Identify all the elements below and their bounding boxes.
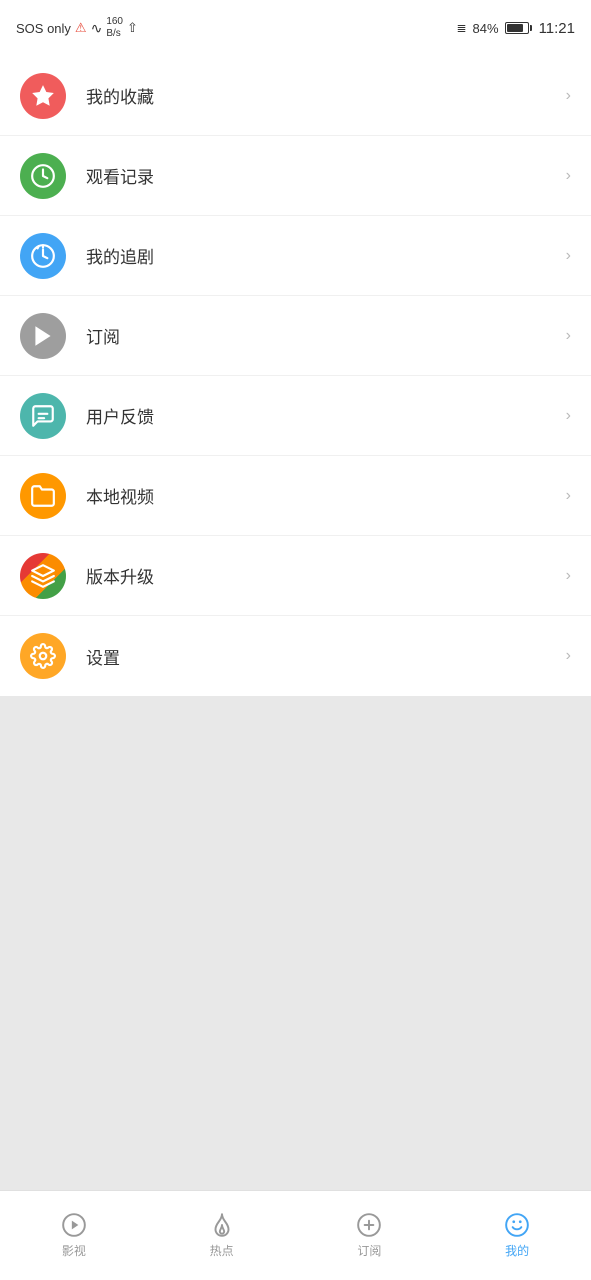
menu-item-local[interactable]: 本地视频 › bbox=[0, 456, 591, 536]
speed-text: 160B/s bbox=[106, 16, 123, 40]
subscribe-label: 订阅 bbox=[86, 323, 566, 348]
menu-container: 我的收藏 › 观看记录 › 我的追剧 › bbox=[0, 56, 591, 696]
wifi-icon: ∿ bbox=[91, 20, 103, 37]
battery-icon bbox=[505, 22, 529, 34]
menu-item-favorites[interactable]: 我的收藏 › bbox=[0, 56, 591, 136]
battery-pct: 84% bbox=[473, 21, 499, 36]
update-chevron: › bbox=[566, 567, 571, 585]
bottom-nav: 影视 热点 订阅 我的 bbox=[0, 1190, 591, 1280]
status-right: ≣ 84% 11:21 bbox=[456, 20, 575, 37]
subscribe-nav-icon bbox=[356, 1212, 382, 1238]
feedback-label: 用户反馈 bbox=[86, 403, 566, 428]
subscribe-chevron: › bbox=[566, 327, 571, 345]
gray-area bbox=[0, 696, 591, 1190]
nav-item-mine[interactable]: 我的 bbox=[443, 1191, 591, 1280]
local-label: 本地视频 bbox=[86, 483, 566, 508]
nav-item-subscribe[interactable]: 订阅 bbox=[296, 1191, 444, 1280]
feedback-chevron: › bbox=[566, 407, 571, 425]
hot-nav-label: 热点 bbox=[210, 1242, 234, 1259]
local-icon bbox=[20, 473, 66, 519]
series-label: 我的追剧 bbox=[86, 243, 566, 268]
subscribe-icon bbox=[20, 313, 66, 359]
mine-nav-icon bbox=[504, 1212, 530, 1238]
menu-item-feedback[interactable]: 用户反馈 › bbox=[0, 376, 591, 456]
settings-icon bbox=[20, 633, 66, 679]
series-icon bbox=[20, 233, 66, 279]
history-chevron: › bbox=[566, 167, 571, 185]
menu-item-series[interactable]: 我的追剧 › bbox=[0, 216, 591, 296]
movies-nav-label: 影视 bbox=[62, 1242, 86, 1259]
upload-icon: ⇧ bbox=[127, 20, 138, 36]
movies-nav-icon bbox=[61, 1212, 87, 1238]
status-left: SOS only ⚠ ∿ 160B/s ⇧ bbox=[16, 16, 138, 40]
history-label: 观看记录 bbox=[86, 163, 566, 188]
mine-nav-label: 我的 bbox=[505, 1242, 529, 1259]
series-chevron: › bbox=[566, 247, 571, 265]
sos-text: SOS only bbox=[16, 21, 71, 36]
time-display: 11:21 bbox=[539, 20, 575, 37]
settings-label: 设置 bbox=[86, 644, 566, 669]
favorites-chevron: › bbox=[566, 87, 571, 105]
local-chevron: › bbox=[566, 487, 571, 505]
menu-item-update[interactable]: 版本升级 › bbox=[0, 536, 591, 616]
battery-fill bbox=[507, 24, 524, 32]
subscribe-nav-label: 订阅 bbox=[357, 1242, 381, 1259]
menu-item-settings[interactable]: 设置 › bbox=[0, 616, 591, 696]
update-label: 版本升级 bbox=[86, 563, 566, 588]
history-icon bbox=[20, 153, 66, 199]
feedback-icon bbox=[20, 393, 66, 439]
menu-item-subscribe[interactable]: 订阅 › bbox=[0, 296, 591, 376]
hot-nav-icon bbox=[209, 1212, 235, 1238]
favorites-icon bbox=[20, 73, 66, 119]
update-icon bbox=[20, 553, 66, 599]
signal-icon: ≣ bbox=[456, 21, 466, 35]
menu-item-history[interactable]: 观看记录 › bbox=[0, 136, 591, 216]
alert-icon: ⚠ bbox=[75, 20, 87, 36]
nav-item-movies[interactable]: 影视 bbox=[0, 1191, 148, 1280]
nav-item-hot[interactable]: 热点 bbox=[148, 1191, 296, 1280]
status-bar: SOS only ⚠ ∿ 160B/s ⇧ ≣ 84% 11:21 bbox=[0, 0, 591, 56]
settings-chevron: › bbox=[566, 647, 571, 665]
favorites-label: 我的收藏 bbox=[86, 83, 566, 108]
